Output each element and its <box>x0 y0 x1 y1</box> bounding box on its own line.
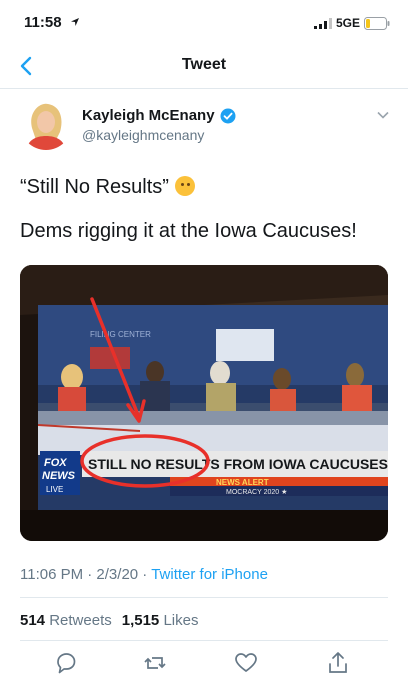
retweets-label: Retweets <box>49 612 112 629</box>
author-handle[interactable]: @kayleighmcenany <box>82 127 204 143</box>
logo-line1: FOX <box>44 457 67 469</box>
share-icon[interactable] <box>325 650 351 676</box>
tweet-timestamp: 11:06 PM · 2/3/20 · <box>20 566 152 583</box>
tweet-media-photo[interactable]: FILING CENTER STILL NO RESULTS FROM IOWA… <box>20 265 388 541</box>
screen-title: FILING CENTER <box>90 330 151 339</box>
author-name[interactable]: Kayleigh McEnany <box>82 107 215 124</box>
status-time: 11:58 <box>24 14 62 31</box>
tweet-text-line: Dems rigging it at the Iowa Caucuses! <box>20 220 357 242</box>
logo-line2: NEWS <box>42 470 76 482</box>
bottom-text: MOCRACY 2020 ★ <box>226 488 287 496</box>
signal-icon <box>313 17 332 29</box>
retweets-count: 514 <box>20 612 46 629</box>
thinking-face-icon <box>174 176 195 196</box>
tweet-quote: “Still No Results” <box>20 176 169 198</box>
reply-icon[interactable] <box>53 650 79 676</box>
retweets-stat[interactable]: 514 Retweets <box>20 612 112 629</box>
like-icon[interactable] <box>233 650 259 676</box>
tweet-timestamp-row: 11:06 PM · 2/3/20 · Twitter for iPhone <box>20 566 268 583</box>
tweet-text: “Still No Results” Dems rigging it at th… <box>20 174 390 262</box>
chevron-down-icon[interactable] <box>376 108 390 122</box>
banner-text: STILL NO RESULTS FROM IOWA CAUCUSES <box>88 456 388 472</box>
verified-badge-icon <box>220 108 236 123</box>
tweet-author: Kayleigh McEnany @kayleighmcenany <box>0 96 408 156</box>
retweet-icon[interactable] <box>142 650 168 676</box>
network-type: 5GE <box>335 16 360 30</box>
divider <box>20 640 388 641</box>
alert-text: NEWS ALERT <box>216 478 269 487</box>
likes-label: Likes <box>163 612 199 629</box>
likes-stat[interactable]: 1,515 Likes <box>122 612 199 629</box>
tweet-actions <box>0 648 408 680</box>
status-bar: 11:58 5GE <box>0 0 408 44</box>
logo-line3: LIVE <box>46 485 63 494</box>
page-title: Tweet <box>181 56 227 73</box>
divider <box>20 597 388 598</box>
avatar[interactable] <box>20 98 72 150</box>
location-arrow-icon <box>71 18 79 26</box>
tweet-stats: 514 Retweets 1,515 Likes <box>20 612 198 629</box>
nav-bar: Tweet <box>0 44 408 89</box>
battery-icon <box>364 16 390 30</box>
likes-count: 1,515 <box>121 612 160 629</box>
tweet-text-line: “Still No Results” <box>20 174 390 200</box>
tweet-source-link[interactable]: Twitter for iPhone <box>151 566 268 583</box>
